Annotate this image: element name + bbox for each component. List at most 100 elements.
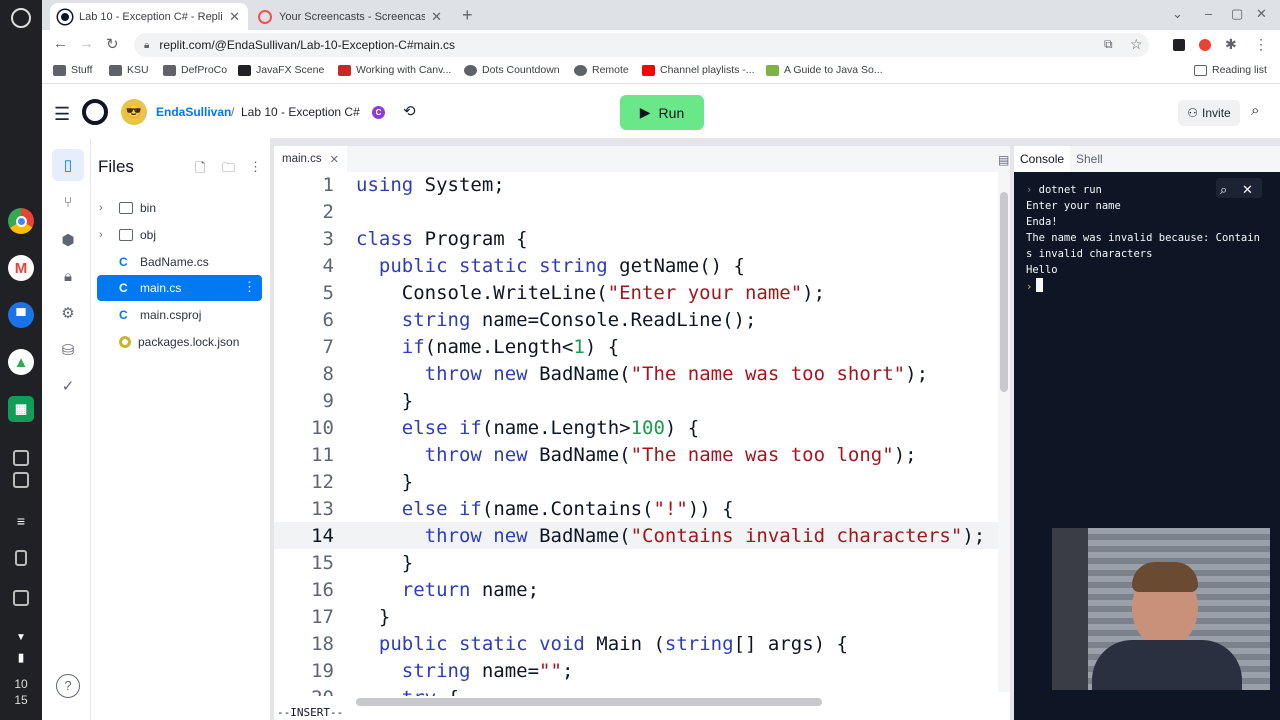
new-tab-icon[interactable]: + xyxy=(462,5,473,26)
phone-icon[interactable] xyxy=(15,550,27,566)
drive-icon[interactable]: ▲ xyxy=(8,349,34,375)
tab-search-icon[interactable]: ⌄ xyxy=(1172,6,1183,22)
vertical-scrollbar[interactable] xyxy=(998,172,1010,692)
code-line[interactable]: 7 if(name.Length<1) { xyxy=(274,333,998,360)
code-line[interactable]: 17 } xyxy=(274,603,998,630)
code-line[interactable]: 19 string name=""; xyxy=(274,657,998,684)
new-folder-icon[interactable]: 🗀︎ xyxy=(222,159,235,181)
database-icon[interactable]: ⛁ xyxy=(52,334,84,366)
code-line[interactable]: 6 string name=Console.ReadLine(); xyxy=(274,306,998,333)
back-icon[interactable]: ← xyxy=(53,35,68,52)
code-line[interactable]: 10 else if(name.Length>100) { xyxy=(274,414,998,441)
files-app-icon[interactable]: ▀ xyxy=(8,302,34,328)
app-icon[interactable] xyxy=(13,450,29,466)
reload-icon[interactable]: ↻ xyxy=(106,35,119,53)
code-line[interactable]: 3 class Program { xyxy=(274,225,998,252)
username-link[interactable]: EndaSullivan xyxy=(156,105,231,119)
invite-button[interactable]: ⚇ Invite xyxy=(1178,100,1240,126)
file-item-csproj[interactable]: C main.csproj xyxy=(97,302,262,328)
screen-icon[interactable] xyxy=(13,590,29,606)
code-line[interactable]: 18 public static void Main (string[] arg… xyxy=(274,630,998,657)
close-tab-icon[interactable]: ✕ xyxy=(229,9,240,25)
code-line[interactable]: 2 xyxy=(274,198,998,225)
file-item-main[interactable]: C main.cs ⋮ xyxy=(97,275,262,301)
help-icon[interactable]: ? xyxy=(56,674,80,698)
code-line[interactable]: 13 else if(name.Contains("!")) { xyxy=(274,495,998,522)
packages-icon[interactable]: ⬢ xyxy=(52,224,84,256)
tab-replit[interactable]: Lab 10 - Exception C# - Replit ✕ xyxy=(50,3,248,30)
new-file-icon[interactable]: 🗋︎ xyxy=(195,159,205,181)
playlist-icon[interactable]: ≡ xyxy=(8,508,34,534)
menu-hamburger-icon[interactable]: ☰ xyxy=(54,104,70,125)
file-item-packages-lock[interactable]: packages.lock.json xyxy=(97,329,262,355)
bookmark-canvas[interactable]: Working with Canv... xyxy=(338,64,451,76)
screencastify-extension-icon[interactable] xyxy=(1199,39,1211,51)
version-control-icon[interactable]: ⑂ xyxy=(52,186,84,218)
code-line[interactable]: 8 throw new BadName("The name was too sh… xyxy=(274,360,998,387)
extension-icon[interactable] xyxy=(1173,39,1185,51)
code-area[interactable]: 1 using System; 2 3 class Program {4 public … xyxy=(274,172,998,696)
system-clock[interactable]: 10 15 xyxy=(0,676,42,708)
bookmark-stuff[interactable]: Stuff xyxy=(53,64,92,76)
address-bar[interactable]: 🔒︎ replit.com/@EndaSullivan/Lab-10-Excep… xyxy=(134,33,1149,57)
bookmark-dots[interactable]: Dots Countdown xyxy=(464,64,560,76)
chevron-right-icon[interactable]: › xyxy=(99,229,111,241)
code-line[interactable]: 20 try { xyxy=(274,684,998,697)
tab-console[interactable]: Console xyxy=(1014,146,1071,172)
file-item-obj[interactable]: › obj xyxy=(97,222,262,248)
file-item-bin[interactable]: › bin xyxy=(97,195,262,221)
history-icon[interactable]: ⟲ xyxy=(403,102,416,120)
bookmark-remote[interactable]: Remote xyxy=(574,64,629,76)
bookmark-channel[interactable]: Channel playlists -... xyxy=(642,64,755,76)
maximize-icon[interactable]: ▢ xyxy=(1231,6,1243,22)
minimize-icon[interactable]: – xyxy=(1205,6,1212,21)
project-name[interactable]: Lab 10 - Exception C# xyxy=(241,105,360,119)
reading-list[interactable]: Reading list xyxy=(1194,64,1267,76)
files-icon[interactable]: ▯ xyxy=(52,149,84,181)
avatar[interactable]: 😎 xyxy=(121,99,147,125)
bookmark-ksu[interactable]: KSU xyxy=(109,64,149,76)
code-line[interactable]: 4 public static string getName() { xyxy=(274,252,998,279)
horizontal-scrollbar[interactable] xyxy=(356,698,822,706)
run-button[interactable]: ▶ Run xyxy=(620,95,704,130)
close-window-icon[interactable]: ✕ xyxy=(1256,6,1267,22)
code-line[interactable]: 11 throw new BadName("The name was too l… xyxy=(274,441,998,468)
gmail-icon[interactable]: M xyxy=(8,255,34,281)
close-tab-icon[interactable]: ✕ xyxy=(431,9,442,25)
battery-icon[interactable]: ▮ xyxy=(8,644,34,670)
tab-screencastify[interactable]: Your Screencasts - Screencastify ✕ xyxy=(250,3,450,30)
bookmark-javafx[interactable]: JavaFX Scene xyxy=(238,64,324,76)
bookmark-java-guide[interactable]: A Guide to Java So... xyxy=(766,64,883,76)
secrets-lock-icon[interactable]: 🔒︎ xyxy=(52,260,84,292)
more-options-icon[interactable]: ⋮ xyxy=(249,159,262,175)
forward-icon[interactable]: → xyxy=(79,35,94,52)
launcher-icon[interactable] xyxy=(11,8,31,28)
unit-tests-check-icon[interactable]: ✓ xyxy=(52,370,84,402)
code-line[interactable]: 9 } xyxy=(274,387,998,414)
code-line[interactable]: 1 using System; xyxy=(274,172,998,198)
tab-shell[interactable]: Shell xyxy=(1070,146,1109,172)
settings-gear-icon[interactable]: ⚙ xyxy=(52,297,84,329)
open-in-app-icon[interactable]: ⧉ xyxy=(1104,37,1113,52)
bookmark-star-icon[interactable]: ☆ xyxy=(1130,36,1143,53)
chrome-icon[interactable] xyxy=(8,208,34,234)
code-line[interactable]: 12 } xyxy=(274,468,998,495)
code-line[interactable]: 5 Console.WriteLine("Enter your name"); xyxy=(274,279,998,306)
code-line[interactable]: 14 throw new BadName("Contains invalid c… xyxy=(274,522,998,549)
file-more-icon[interactable]: ⋮ xyxy=(243,279,256,295)
scrollbar-thumb[interactable] xyxy=(1000,192,1008,392)
code-line[interactable]: 15 } xyxy=(274,549,998,576)
editor-tab-main[interactable]: main.cs ✕ xyxy=(274,146,347,172)
replit-logo[interactable] xyxy=(82,99,108,125)
search-icon[interactable]: ⌕ xyxy=(1251,102,1259,119)
extensions-puzzle-icon[interactable]: ✱ xyxy=(1225,36,1237,53)
app-icon[interactable] xyxy=(13,472,29,488)
close-tab-icon[interactable]: ✕ xyxy=(330,153,339,166)
panel-layout-icon[interactable]: ▤ xyxy=(998,153,1009,167)
file-item-badname[interactable]: C BadName.cs xyxy=(97,249,262,275)
sheets-icon[interactable]: ▦ xyxy=(8,396,34,422)
bookmark-defproco[interactable]: DefProCo xyxy=(163,64,227,76)
menu-dots-icon[interactable]: ⋮ xyxy=(1254,36,1268,53)
code-line[interactable]: 16 return name; xyxy=(274,576,998,603)
chevron-right-icon[interactable]: › xyxy=(99,202,111,214)
